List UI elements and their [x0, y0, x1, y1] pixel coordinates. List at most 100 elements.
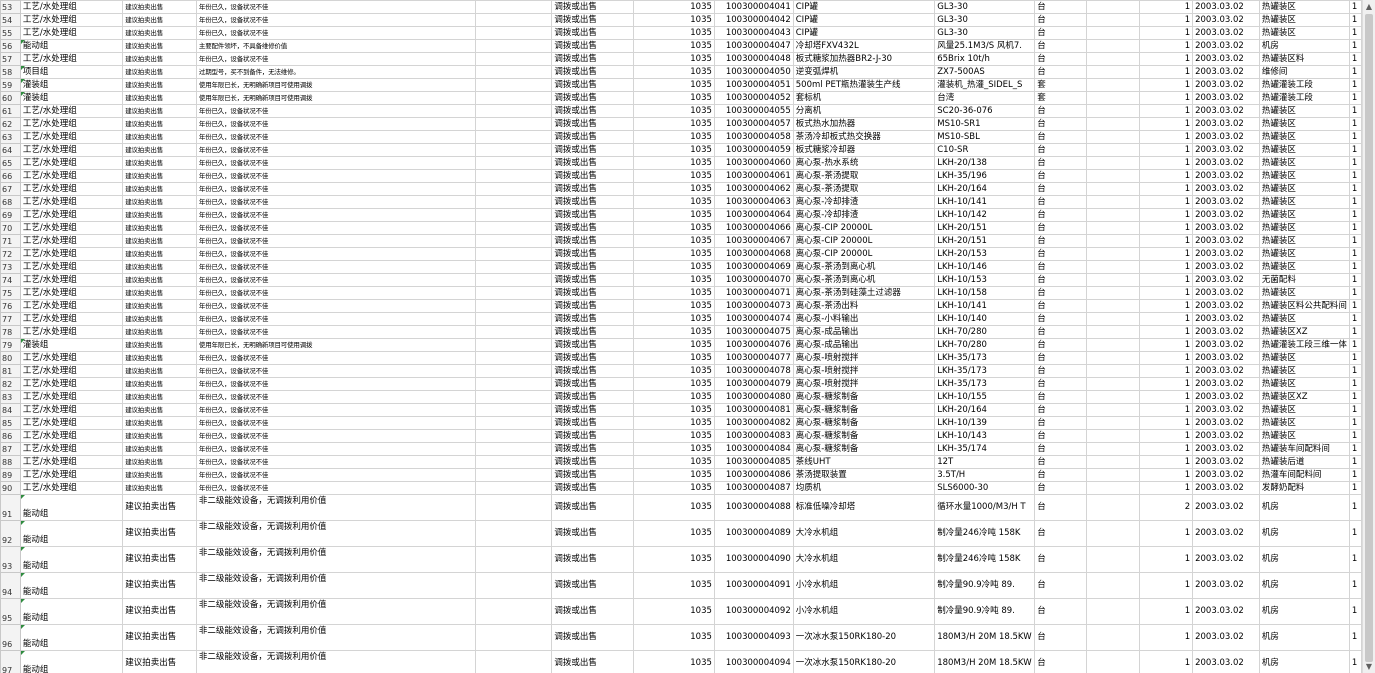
asset-number-cell[interactable]: 100300004058: [713, 130, 794, 144]
suggestion-cell[interactable]: 建议拍卖出售: [122, 39, 197, 53]
equipment-name-cell[interactable]: 离心泵-糖浆制备: [792, 416, 936, 430]
reason-cell[interactable]: 年份已久，设备状况不佳: [195, 182, 476, 196]
asset-number-cell[interactable]: 100300004066: [713, 221, 794, 235]
method-cell[interactable]: 调拨或出售: [551, 273, 634, 287]
blank-cell[interactable]: [474, 39, 553, 53]
extra-cell[interactable]: 1: [1348, 182, 1362, 196]
suggestion-cell[interactable]: 建议拍卖出售: [122, 338, 197, 352]
group-cell[interactable]: 工艺/水处理组: [19, 312, 124, 326]
equipment-name-cell[interactable]: 离心泵-茶汤到离心机: [792, 260, 936, 274]
location-cell[interactable]: 热罐装区: [1258, 312, 1350, 326]
group-cell[interactable]: 工艺/水处理组: [19, 429, 124, 443]
reason-cell[interactable]: 年份已久，设备状况不佳: [195, 429, 476, 443]
rownum-cell[interactable]: 58: [0, 65, 21, 79]
extra-cell[interactable]: 1: [1348, 0, 1362, 14]
method-cell[interactable]: 调拨或出售: [551, 403, 634, 417]
unit-cell[interactable]: 台: [1034, 104, 1087, 118]
reason-cell[interactable]: 年份已久，设备状况不佳: [195, 273, 476, 287]
method-cell[interactable]: 调拨或出售: [551, 442, 634, 456]
date-cell[interactable]: 2003.03.02: [1192, 208, 1260, 222]
location-cell[interactable]: 机房: [1258, 572, 1350, 599]
group-cell[interactable]: 工艺/水处理组: [19, 0, 124, 14]
equipment-name-cell[interactable]: 小冷水机组: [792, 572, 936, 599]
spec-cell[interactable]: LKH-10/158: [934, 286, 1036, 300]
location-cell[interactable]: 热罐装区料公共配料间: [1258, 299, 1350, 313]
spec-cell[interactable]: 180M3/H 20M 18.5KW: [934, 650, 1036, 673]
asset-number-cell[interactable]: 100300004080: [713, 390, 794, 404]
group-cell[interactable]: 能动组: [19, 494, 124, 521]
quantity-cell[interactable]: 1: [1138, 442, 1194, 456]
location-cell[interactable]: 机房: [1258, 520, 1350, 547]
suggestion-cell[interactable]: 建议拍卖出售: [122, 546, 197, 573]
method-cell[interactable]: 调拨或出售: [551, 390, 634, 404]
quantity-cell[interactable]: 1: [1138, 546, 1194, 573]
method-cell[interactable]: 调拨或出售: [551, 169, 634, 183]
reason-cell[interactable]: 年份已久，设备状况不佳: [195, 468, 476, 482]
rownum-cell[interactable]: 64: [0, 143, 21, 157]
asset-number-cell[interactable]: 100300004063: [713, 195, 794, 209]
spec-cell[interactable]: GL3-30: [934, 0, 1036, 14]
blank-cell[interactable]: [474, 104, 553, 118]
quantity-cell[interactable]: 1: [1138, 481, 1194, 495]
code-cell[interactable]: 1035: [632, 156, 715, 170]
spec-cell[interactable]: LKH-10/141: [934, 299, 1036, 313]
group-cell[interactable]: 工艺/水处理组: [19, 26, 124, 40]
extra-cell[interactable]: 1: [1348, 455, 1362, 469]
spec-cell[interactable]: 65Brix 10t/h: [934, 52, 1036, 66]
date-cell[interactable]: 2003.03.02: [1192, 260, 1260, 274]
asset-number-cell[interactable]: 100300004087: [713, 481, 794, 495]
rownum-cell[interactable]: 67: [0, 182, 21, 196]
rownum-cell[interactable]: 86: [0, 429, 21, 443]
date-cell[interactable]: 2003.03.02: [1192, 130, 1260, 144]
spec-cell[interactable]: LKH-10/155: [934, 390, 1036, 404]
location-cell[interactable]: 机房: [1258, 39, 1350, 53]
equipment-name-cell[interactable]: 离心泵-茶汤提取: [792, 169, 936, 183]
quantity-cell[interactable]: 1: [1138, 572, 1194, 599]
quantity-cell[interactable]: 1: [1138, 468, 1194, 482]
method-cell[interactable]: 调拨或出售: [551, 520, 634, 547]
method-cell[interactable]: 调拨或出售: [551, 455, 634, 469]
reason-cell[interactable]: 年份已久，设备状况不佳: [195, 143, 476, 157]
extra-cell[interactable]: 1: [1348, 351, 1362, 365]
blank-cell[interactable]: [1085, 156, 1140, 170]
method-cell[interactable]: 调拨或出售: [551, 312, 634, 326]
equipment-name-cell[interactable]: 板式糖浆加热器BR2-J-30: [792, 52, 936, 66]
suggestion-cell[interactable]: 建议拍卖出售: [122, 481, 197, 495]
unit-cell[interactable]: 台: [1034, 286, 1087, 300]
blank-cell[interactable]: [474, 286, 553, 300]
extra-cell[interactable]: 1: [1348, 65, 1362, 79]
date-cell[interactable]: 2003.03.02: [1192, 494, 1260, 521]
blank-cell[interactable]: [1085, 91, 1140, 105]
equipment-name-cell[interactable]: 逆变弧焊机: [792, 65, 936, 79]
unit-cell[interactable]: 台: [1034, 338, 1087, 352]
extra-cell[interactable]: 1: [1348, 338, 1362, 352]
extra-cell[interactable]: 1: [1348, 286, 1362, 300]
reason-cell[interactable]: 非二级能效设备，无调拨利用价值: [195, 520, 476, 547]
suggestion-cell[interactable]: 建议拍卖出售: [122, 624, 197, 651]
code-cell[interactable]: 1035: [632, 455, 715, 469]
unit-cell[interactable]: 台: [1034, 572, 1087, 599]
extra-cell[interactable]: 1: [1348, 52, 1362, 66]
asset-number-cell[interactable]: 100300004071: [713, 286, 794, 300]
spec-cell[interactable]: 180M3/H 20M 18.5KW: [934, 624, 1036, 651]
reason-cell[interactable]: 非二级能效设备，无调拨利用价值: [195, 572, 476, 599]
date-cell[interactable]: 2003.03.02: [1192, 273, 1260, 287]
spec-cell[interactable]: GL3-30: [934, 13, 1036, 27]
suggestion-cell[interactable]: 建议拍卖出售: [122, 208, 197, 222]
quantity-cell[interactable]: 1: [1138, 403, 1194, 417]
asset-number-cell[interactable]: 100300004090: [713, 546, 794, 573]
equipment-name-cell[interactable]: 离心泵-喷射搅拌: [792, 377, 936, 391]
suggestion-cell[interactable]: 建议拍卖出售: [122, 182, 197, 196]
group-cell[interactable]: 工艺/水处理组: [19, 169, 124, 183]
group-cell[interactable]: 工艺/水处理组: [19, 286, 124, 300]
extra-cell[interactable]: 1: [1348, 26, 1362, 40]
blank-cell[interactable]: [474, 78, 553, 92]
unit-cell[interactable]: 台: [1034, 351, 1087, 365]
method-cell[interactable]: 调拨或出售: [551, 598, 634, 625]
group-cell[interactable]: 工艺/水处理组: [19, 390, 124, 404]
equipment-name-cell[interactable]: 小冷水机组: [792, 598, 936, 625]
rownum-cell[interactable]: 93: [0, 546, 21, 573]
location-cell[interactable]: 热罐装区: [1258, 221, 1350, 235]
unit-cell[interactable]: 台: [1034, 182, 1087, 196]
reason-cell[interactable]: 年份已久，设备状况不佳: [195, 13, 476, 27]
